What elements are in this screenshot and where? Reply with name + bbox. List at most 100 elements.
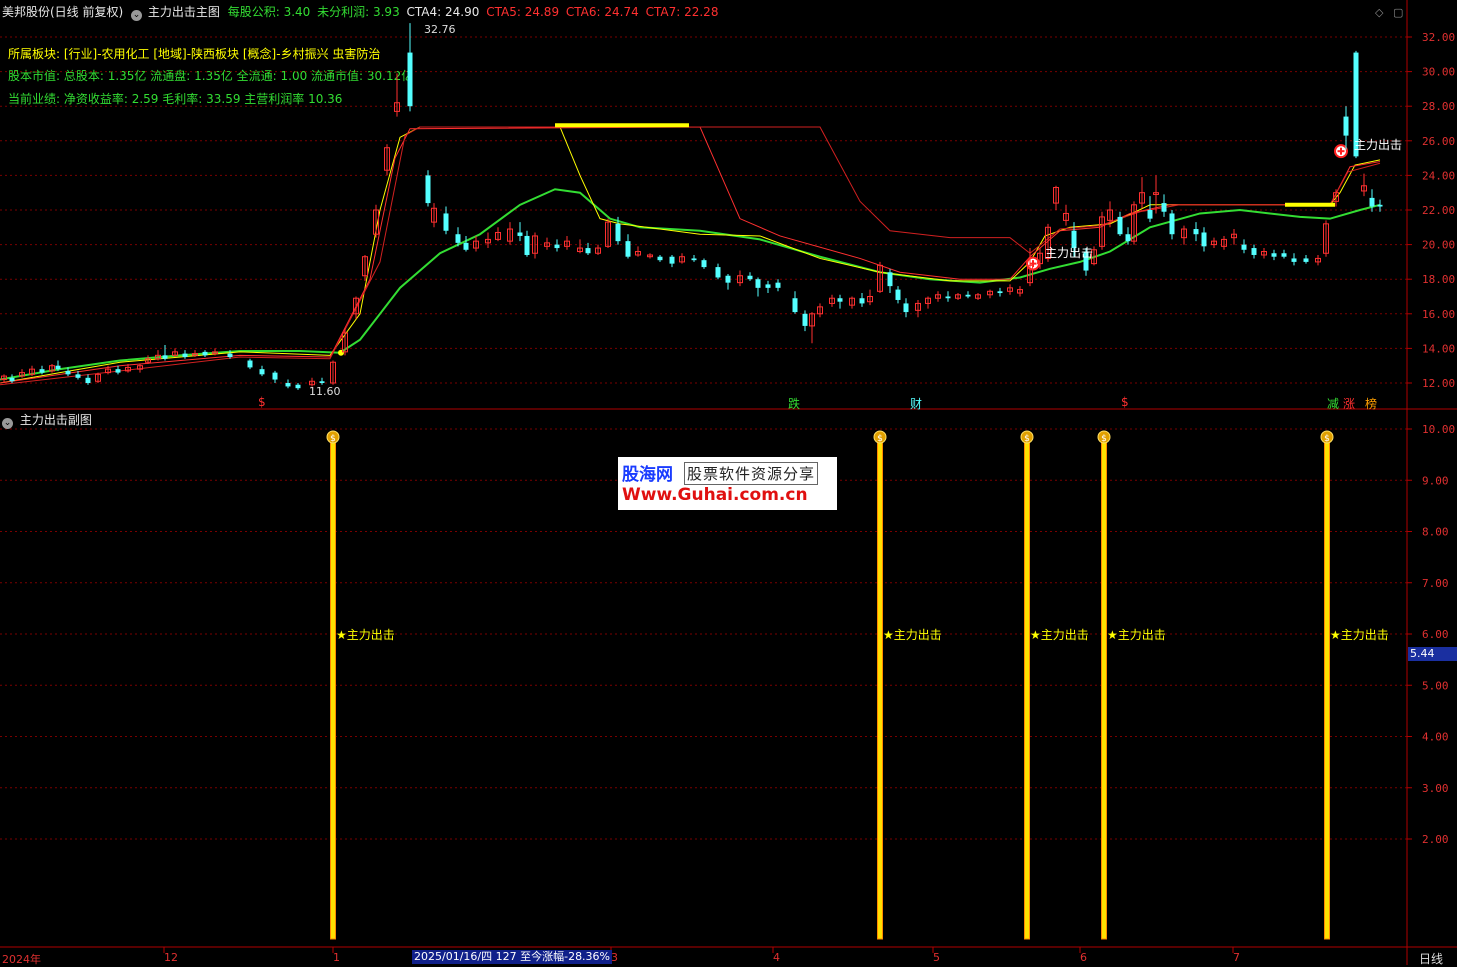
candle-body — [443, 213, 449, 231]
candle-body — [247, 360, 253, 368]
candle-body — [1201, 232, 1207, 247]
money-bag-glyph: $ — [1101, 434, 1107, 444]
candle-body — [903, 303, 909, 313]
y-tick-label: 3.00 — [1422, 782, 1449, 795]
y-tick-label: 14.00 — [1422, 342, 1455, 355]
main-signal-label-2: 主力出击 — [1045, 246, 1094, 260]
x-axis-label: 5 — [933, 951, 940, 964]
candle-body — [701, 260, 707, 268]
main-signal-label-1: 主力出击 — [1354, 138, 1403, 152]
sub-signal-label: ★主力出击 — [1107, 628, 1166, 642]
candle-body — [1281, 253, 1287, 257]
sub-signal-label: ★主力出击 — [336, 628, 395, 642]
candle-body — [1169, 213, 1175, 235]
money-bag-glyph: $ — [1324, 434, 1330, 444]
candle-body — [85, 377, 91, 383]
candle-body — [1369, 197, 1375, 207]
y-tick-label: 6.00 — [1422, 628, 1449, 641]
candle-body — [182, 353, 188, 358]
candle-body — [1117, 216, 1123, 235]
candle-body — [463, 242, 469, 250]
money-bag-glyph: $ — [1024, 434, 1030, 444]
ma-red-line-1 — [0, 126, 1381, 384]
candle-body — [895, 289, 901, 300]
candle-body — [625, 241, 631, 257]
candle-body — [1147, 210, 1153, 219]
sub-signal-label: ★主力出击 — [1330, 628, 1389, 642]
candle-body — [425, 175, 431, 204]
y-tick-label: 4.00 — [1422, 731, 1449, 744]
signal-bar — [1101, 441, 1107, 940]
watermark-logo: 股海网 股票软件资源分享 Www.Guhai.com.cn — [618, 457, 837, 510]
sub-chart-header: ⌄ 主力出击副图 — [2, 411, 92, 429]
candle-body — [765, 284, 771, 288]
candle-body — [554, 244, 560, 249]
x-axis-label: 7 — [1233, 951, 1240, 964]
ma-red-line-2 — [0, 126, 1381, 386]
dropdown-icon[interactable]: ⌄ — [2, 418, 13, 429]
candle-body — [1161, 203, 1167, 212]
sub-chart-title[interactable]: 主力出击副图 — [20, 413, 92, 427]
finance-marker: 财 — [910, 397, 923, 411]
y-tick-label: 16.00 — [1422, 308, 1455, 321]
signal-bar — [1324, 441, 1330, 940]
y-tick-label: 18.00 — [1422, 273, 1455, 286]
candle-body — [1377, 204, 1383, 207]
dollar-marker: $ — [258, 395, 266, 409]
y-tick-label: 28.00 — [1422, 100, 1455, 113]
candle-body — [747, 275, 753, 280]
watermark-brand: 股海网 — [622, 465, 673, 485]
y-tick-label: 12.00 — [1422, 377, 1455, 390]
candle-body — [202, 351, 208, 356]
candle-body — [755, 279, 761, 288]
y-tick-label: 7.00 — [1422, 577, 1449, 590]
candle-body — [1125, 234, 1131, 242]
candle-body — [75, 374, 81, 378]
x-axis-label: 1 — [333, 951, 340, 964]
money-bag-glyph: $ — [330, 434, 336, 444]
candle-body — [715, 267, 721, 278]
sub-signal-label: ★主力出击 — [1030, 628, 1089, 642]
y-tick-label: 5.00 — [1422, 679, 1449, 692]
candle-body — [837, 298, 843, 302]
watermark-slogan: 股票软件资源分享 — [684, 462, 819, 485]
y-tick-label: 30.00 — [1422, 66, 1455, 79]
period-label[interactable]: 日线 — [1419, 950, 1443, 967]
signal-bar — [330, 441, 336, 940]
candle-body — [1343, 116, 1349, 136]
candle-body — [162, 355, 168, 359]
x-axis-label: 3 — [611, 951, 618, 964]
candle-body — [55, 365, 61, 370]
candle-body — [859, 298, 865, 304]
high-price-label: 32.76 — [424, 23, 456, 36]
reduce-marker: 减 — [1327, 397, 1340, 411]
candle-body — [792, 298, 798, 313]
x-axis-label: 12 — [164, 951, 178, 964]
candle-body — [524, 235, 530, 255]
sub-signal-label: ★主力出击 — [883, 628, 942, 642]
rise-marker: 涨 — [1343, 397, 1356, 411]
candle-body — [775, 282, 781, 288]
y-tick-label: 8.00 — [1422, 526, 1449, 539]
low-price-label: 11.60 — [309, 385, 341, 398]
candle-body — [9, 377, 15, 382]
candle-body — [115, 369, 121, 373]
candle-body — [455, 234, 461, 243]
candle-body — [272, 372, 278, 380]
y-tick-label: 9.00 — [1422, 474, 1449, 487]
candle-body — [295, 384, 301, 389]
y-tick-label: 20.00 — [1422, 239, 1455, 252]
drop-marker: 跌 — [788, 397, 801, 411]
y-tick-label: 2.00 — [1422, 833, 1449, 846]
money-bag-glyph: $ — [877, 434, 883, 444]
x-axis-label: 6 — [1080, 951, 1087, 964]
candle-body — [1193, 229, 1199, 235]
candle-body — [997, 291, 1003, 294]
dollar-marker-2: $ — [1121, 395, 1129, 409]
candle-body — [227, 353, 233, 358]
candle-body — [945, 296, 951, 299]
candle-body — [615, 223, 621, 242]
candle-body — [517, 232, 523, 236]
current-value-badge: 5.44 — [1408, 647, 1457, 661]
candle-body — [1241, 244, 1247, 250]
